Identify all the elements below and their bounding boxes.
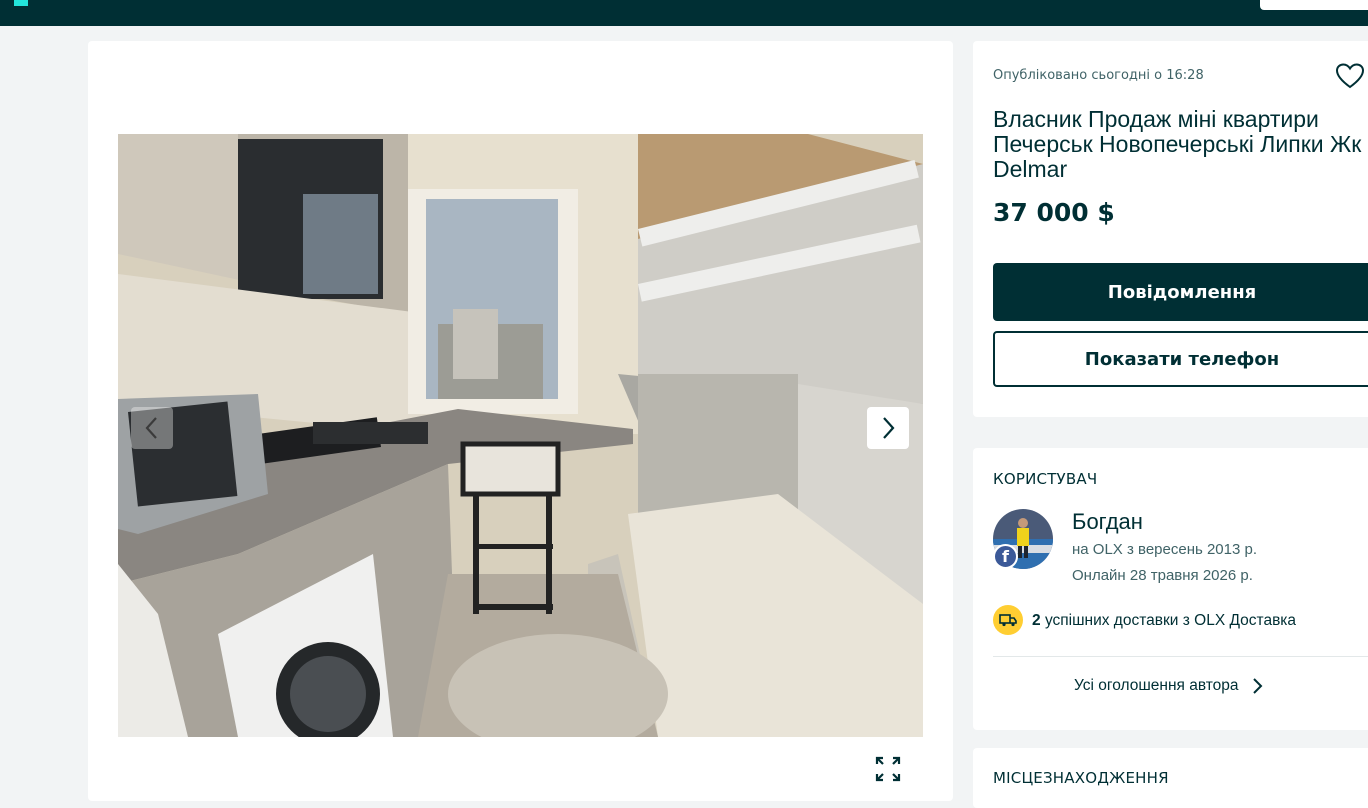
post-ad-button[interactable] <box>1260 0 1368 10</box>
ad-title: Власник Продаж міні квартири Печерськ Но… <box>993 106 1362 182</box>
all-author-ads-link[interactable]: Усі оголошення автора <box>1074 677 1263 695</box>
delivery-stats: 2 успішних доставки з OLX Доставка <box>1032 612 1296 630</box>
posted-date: Опубліковано сьогодні о 16:28 <box>993 68 1204 83</box>
top-navigation-bar <box>0 0 1368 26</box>
user-section-heading: КОРИСТУВАЧ <box>993 470 1098 488</box>
fullscreen-button[interactable] <box>868 749 908 789</box>
chevron-right-icon <box>1252 678 1262 694</box>
user-card: КОРИСТУВАЧ f Богдан на OLX з вересень 20… <box>973 448 1368 730</box>
delivery-count: 2 <box>1032 612 1041 629</box>
location-section-heading: МІСЦЕЗНАХОДЖЕННЯ <box>993 769 1169 787</box>
favorite-button[interactable] <box>1335 63 1365 93</box>
chevron-left-icon <box>145 417 157 439</box>
user-member-since: на OLX з вересень 2013 р. <box>1072 541 1258 558</box>
facebook-verified-icon: f <box>993 544 1018 569</box>
user-name[interactable]: Богдан <box>1072 509 1143 535</box>
ad-info-card: Опубліковано сьогодні о 16:28 Власник Пр… <box>973 41 1368 417</box>
heart-icon <box>1335 63 1365 89</box>
location-card: МІСЦЕЗНАХОДЖЕННЯ <box>973 748 1368 808</box>
delivery-label: успішних доставки з OLX Доставка <box>1044 612 1297 629</box>
photo-gallery-card <box>88 41 953 801</box>
apartment-photo-illustration <box>118 134 923 737</box>
all-author-ads-label: Усі оголошення автора <box>1074 677 1239 694</box>
next-photo-button[interactable] <box>867 407 909 449</box>
listing-photo[interactable] <box>118 134 923 737</box>
chevron-right-icon <box>883 417 895 439</box>
truck-icon <box>993 605 1023 635</box>
truck-icon-glyph <box>999 614 1017 627</box>
send-message-button[interactable]: Повідомлення <box>993 263 1368 321</box>
previous-photo-button[interactable] <box>131 407 173 449</box>
olx-logo[interactable] <box>14 0 28 6</box>
expand-icon <box>875 756 901 782</box>
user-last-online: Онлайн 28 травня 2026 р. <box>1072 567 1253 584</box>
show-phone-button[interactable]: Показати телефон <box>993 331 1368 387</box>
ad-price: 37 000 $ <box>993 198 1115 227</box>
divider <box>993 656 1368 657</box>
